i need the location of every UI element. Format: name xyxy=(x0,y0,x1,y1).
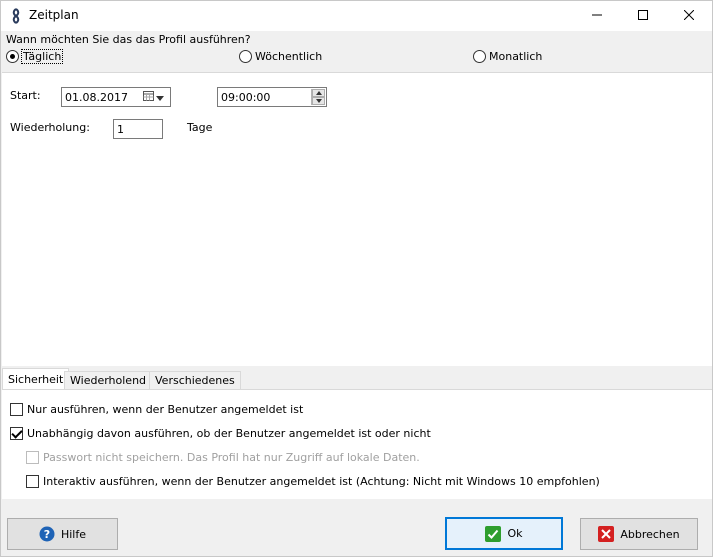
minimize-button[interactable] xyxy=(574,1,620,31)
help-button-label: Hilfe xyxy=(60,527,87,541)
repeat-interval-value: 1 xyxy=(117,123,124,136)
tab-security[interactable]: Sicherheit xyxy=(2,368,70,389)
start-time-field[interactable]: 09:00:00 xyxy=(217,87,327,107)
tab-recurring[interactable]: Wiederholend xyxy=(64,371,153,389)
option-run-regardless-label: Unabhängig davon ausführen, ob der Benut… xyxy=(27,427,431,440)
radio-daily-label: Täglich xyxy=(20,49,64,64)
start-label: Start: xyxy=(10,89,41,102)
frequency-options: Täglich Wöchentlich Monatlich xyxy=(1,47,712,71)
title-bar[interactable]: Zeitplan xyxy=(1,1,712,31)
radio-weekly[interactable]: Wöchentlich xyxy=(239,50,322,63)
schedule-settings-panel: Start: 01.08.2017 09:00:00 Wiederholung:… xyxy=(2,72,712,366)
option-no-password: Passwort nicht speichern. Das Profil hat… xyxy=(26,451,420,464)
ok-button-label: Ok xyxy=(507,527,523,540)
checkbox-no-password xyxy=(26,451,39,464)
radio-weekly-label: Wöchentlich xyxy=(255,50,323,63)
repeat-label: Wiederholung: xyxy=(10,121,90,134)
close-button[interactable] xyxy=(666,1,712,31)
option-run-regardless[interactable]: Unabhängig davon ausführen, ob der Benut… xyxy=(10,427,431,440)
start-date-picker[interactable]: 01.08.2017 xyxy=(61,87,171,107)
time-increment-button[interactable] xyxy=(312,89,325,97)
ok-button[interactable]: Ok xyxy=(445,517,563,550)
chevron-down-icon xyxy=(156,91,164,104)
option-interactive[interactable]: Interaktiv ausführen, wenn der Benutzer … xyxy=(26,475,600,488)
repeat-interval-input[interactable]: 1 xyxy=(113,119,163,139)
help-button[interactable]: ? Hilfe xyxy=(7,518,118,550)
radio-monthly-indicator[interactable] xyxy=(473,50,486,63)
security-tab-panel: Nur ausführen, wenn der Benutzer angemel… xyxy=(2,389,712,499)
option-run-logged-on-label: Nur ausführen, wenn der Benutzer angemel… xyxy=(27,403,304,416)
option-interactive-label: Interaktiv ausführen, wenn der Benutzer … xyxy=(43,475,600,488)
option-no-password-label: Passwort nicht speichern. Das Profil hat… xyxy=(43,451,420,464)
radio-monthly-label: Monatlich xyxy=(489,50,543,63)
checkmark-icon xyxy=(485,525,502,542)
schedule-question: Wann möchten Sie das das Profil ausführe… xyxy=(6,33,251,46)
repeat-unit-label: Tage xyxy=(187,121,213,134)
option-run-logged-on[interactable]: Nur ausführen, wenn der Benutzer angemel… xyxy=(10,403,303,416)
checkbox-run-regardless[interactable] xyxy=(10,427,23,440)
close-icon xyxy=(683,9,695,23)
start-time-value: 09:00:00 xyxy=(221,91,271,104)
cancel-button[interactable]: Abbrechen xyxy=(580,518,698,550)
radio-monthly[interactable]: Monatlich xyxy=(473,50,542,63)
arrow-down-icon xyxy=(315,99,322,103)
start-date-value: 01.08.2017 xyxy=(65,91,128,104)
minimize-icon xyxy=(592,10,602,23)
radio-daily[interactable]: Täglich xyxy=(6,49,64,64)
cancel-x-icon xyxy=(598,526,615,542)
radio-daily-indicator[interactable] xyxy=(6,50,19,63)
checkbox-interactive[interactable] xyxy=(26,475,39,488)
app-logo-icon xyxy=(8,8,24,24)
maximize-icon xyxy=(638,9,648,23)
schedule-window: Zeitplan Wann möchten Sie das das Profil… xyxy=(0,0,713,557)
tab-miscellaneous[interactable]: Verschiedenes xyxy=(149,371,241,389)
help-icon: ? xyxy=(39,526,55,542)
arrow-up-icon xyxy=(315,91,322,95)
options-tabs: Sicherheit Wiederholend Verschiedenes xyxy=(1,367,712,389)
window-title: Zeitplan xyxy=(29,8,79,22)
checkbox-run-logged-on[interactable] xyxy=(10,403,23,416)
maximize-button[interactable] xyxy=(620,1,666,31)
calendar-icon xyxy=(143,90,154,104)
date-dropdown-button[interactable] xyxy=(143,89,169,105)
time-spinner[interactable] xyxy=(311,89,325,105)
svg-text:?: ? xyxy=(44,528,50,541)
radio-weekly-indicator[interactable] xyxy=(239,50,252,63)
cancel-button-label: Abbrechen xyxy=(620,527,680,541)
time-decrement-button[interactable] xyxy=(312,97,325,105)
